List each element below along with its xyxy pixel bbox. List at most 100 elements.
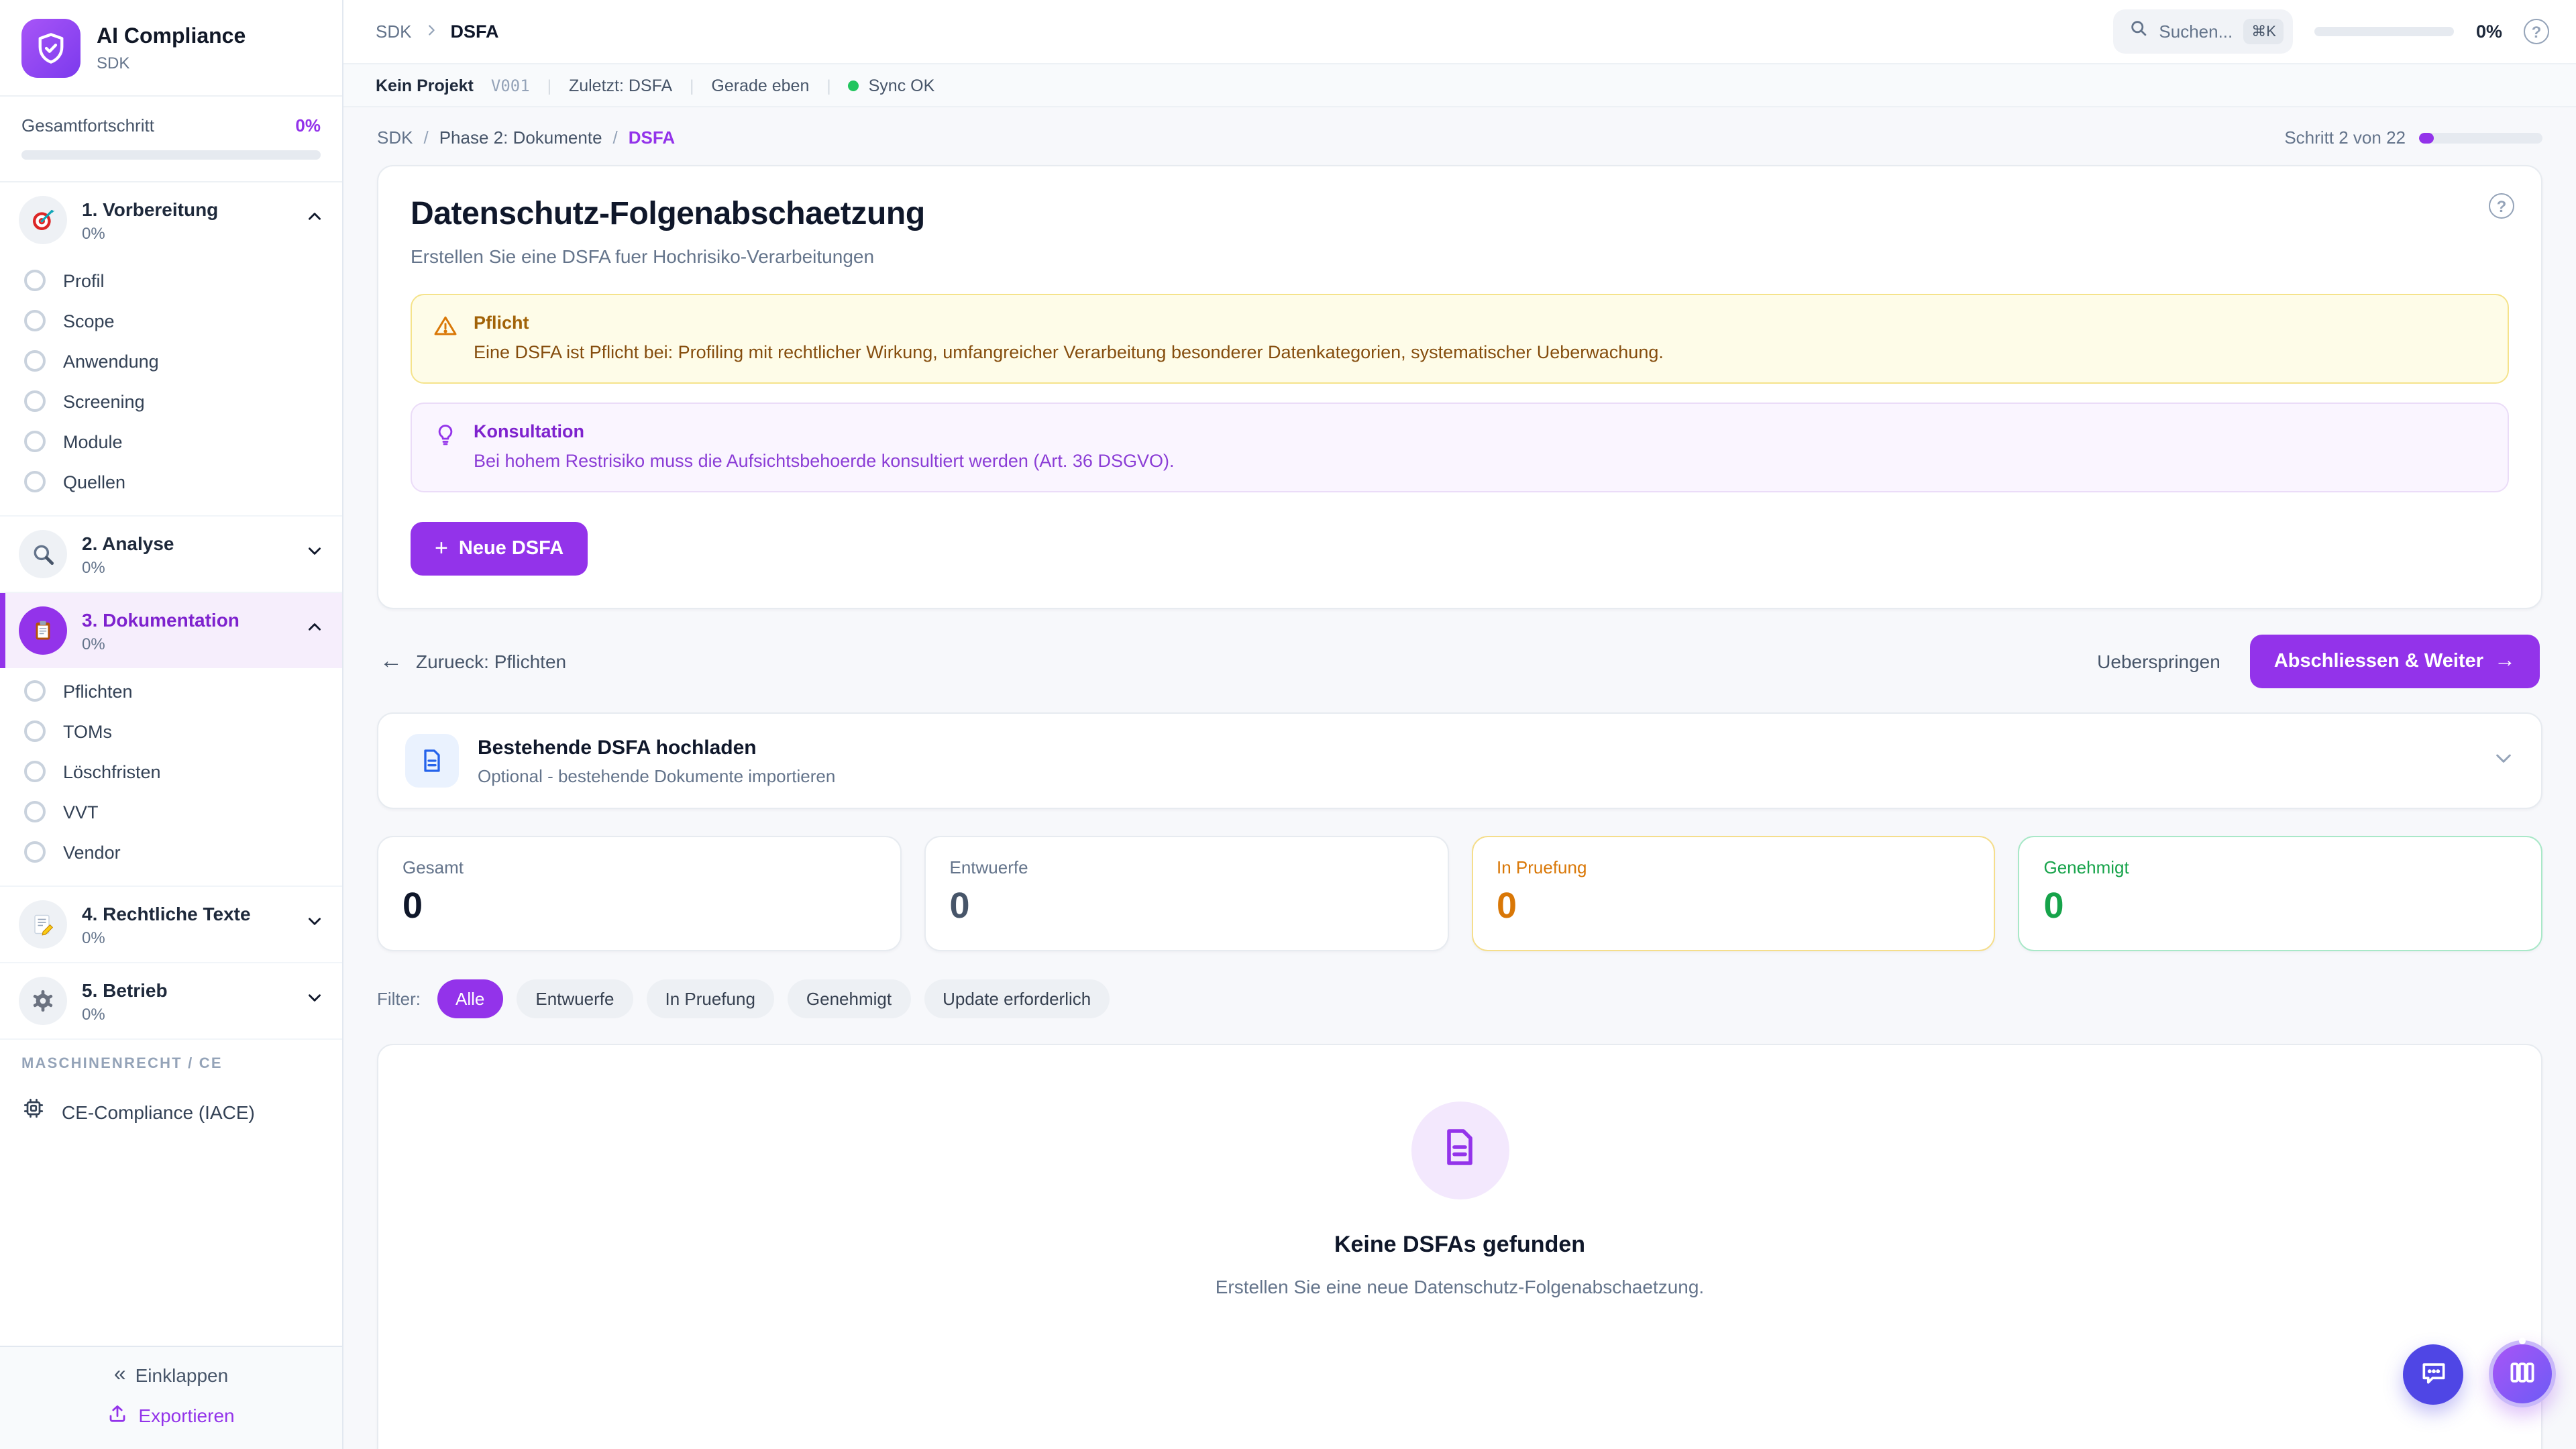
kanban-fab-button[interactable] <box>2489 1340 2556 1407</box>
empty-state-title: Keine DSFAs gefunden <box>1334 1232 1585 1259</box>
help-icon[interactable]: ? <box>2524 19 2549 44</box>
step-radio-icon <box>24 841 46 863</box>
collapse-sidebar-button[interactable]: « Einklappen <box>114 1363 228 1387</box>
main-column: SDK DSFA Suchen... ⌘K 0% ? <box>343 0 2576 1449</box>
memo-icon <box>19 900 67 949</box>
sidebar-item-quellen[interactable]: Quellen <box>0 462 342 502</box>
collapse-chevrons-icon: « <box>114 1363 123 1387</box>
context-divider: | <box>547 76 551 95</box>
export-button[interactable]: Exportieren <box>107 1403 234 1428</box>
document-icon <box>405 735 459 788</box>
section-header-vorbereitung[interactable]: 1. Vorbereitung 0% <box>0 182 342 258</box>
step-radio-icon <box>24 761 46 782</box>
section-percent: 0% <box>82 557 291 576</box>
sidebar-item-toms[interactable]: TOMs <box>0 711 342 751</box>
finish-next-button[interactable]: Abschliessen & Weiter → <box>2250 635 2540 689</box>
overall-progress-block: Gesamtfortschritt 0% <box>0 97 342 182</box>
lightbulb-icon <box>433 423 458 474</box>
step-progress: Schritt 2 von 22 <box>2284 127 2542 148</box>
step-radio-icon <box>24 471 46 492</box>
section-percent: 0% <box>82 634 291 653</box>
project-name: Kein Projekt <box>376 76 474 95</box>
chevron-up-icon <box>306 208 323 232</box>
sidebar-item-screening[interactable]: Screening <box>0 381 342 421</box>
chevron-down-icon[interactable] <box>2493 747 2514 775</box>
empty-state-icon-circle <box>1411 1102 1509 1200</box>
filter-chip-alle[interactable]: Alle <box>437 980 503 1019</box>
machine-law-block: MASCHINENRECHT / CE CE-Compliance (IACE) <box>0 1040 342 1146</box>
filter-chip-genehmigt[interactable]: Genehmigt <box>788 980 910 1019</box>
magnifier-icon <box>19 530 67 578</box>
nav-section-vorbereitung: 1. Vorbereitung 0% Profil Scope Anwendun… <box>0 182 342 517</box>
sidebar-item-loeschfristen[interactable]: Löschfristen <box>0 751 342 792</box>
section-label: 5. Betrieb <box>82 979 168 1000</box>
ce-compliance-label: CE-Compliance (IACE) <box>62 1101 255 1122</box>
skip-button[interactable]: Ueberspringen <box>2097 651 2220 673</box>
filter-chip-entwuerfe[interactable]: Entwuerfe <box>517 980 633 1019</box>
pflicht-title: Pflicht <box>474 313 1664 333</box>
header-right-cluster: Suchen... ⌘K 0% ? <box>2113 9 2549 54</box>
section-header-analyse[interactable]: 2. Analyse 0% <box>0 517 342 592</box>
context-divider: | <box>690 76 694 95</box>
sidebar-item-pflichten[interactable]: Pflichten <box>0 671 342 711</box>
search-input[interactable]: Suchen... ⌘K <box>2113 9 2294 54</box>
gear-icon <box>19 977 67 1025</box>
filter-label: Filter: <box>377 989 421 1010</box>
header-breadcrumb: SDK DSFA <box>376 19 499 44</box>
section-label: 2. Analyse <box>82 532 174 553</box>
arrow-right-icon: → <box>2494 650 2516 674</box>
section-header-rechtliche-texte[interactable]: 4. Rechtliche Texte 0% <box>0 887 342 962</box>
document-icon <box>1438 1126 1481 1176</box>
konsultation-title: Konsultation <box>474 421 1174 441</box>
app-title-block: AI Compliance SDK <box>97 25 246 72</box>
clipboard-icon <box>19 606 67 655</box>
sidebar-item-vvt[interactable]: VVT <box>0 792 342 832</box>
section-percent: 0% <box>82 223 291 242</box>
sidebar-footer: « Einklappen Exportieren <box>0 1346 342 1449</box>
section-header-dokumentation[interactable]: 3. Dokumentation 0% <box>0 593 342 668</box>
stat-card-genehmigt: Genehmigt 0 <box>2019 837 2543 952</box>
page-crumb-root[interactable]: SDK <box>377 127 413 148</box>
chevron-up-icon <box>306 619 323 643</box>
chat-fab-button[interactable] <box>2403 1344 2463 1405</box>
filter-chip-update-erforderlich[interactable]: Update erforderlich <box>924 980 1110 1019</box>
sidebar-item-module[interactable]: Module <box>0 421 342 462</box>
sidebar-nav: 1. Vorbereitung 0% Profil Scope Anwendun… <box>0 182 342 1346</box>
page-breadcrumb-row: SDK / Phase 2: Dokumente / DSFA Schritt … <box>377 107 2542 165</box>
stat-card-gesamt: Gesamt 0 <box>377 837 902 952</box>
section-items-vorbereitung: Profil Scope Anwendung Screening Module … <box>0 258 342 515</box>
sidebar-item-profil[interactable]: Profil <box>0 260 342 301</box>
last-edited-time: Gerade eben <box>711 76 809 95</box>
plus-icon: + <box>435 536 448 563</box>
app-subtitle: SDK <box>97 53 246 72</box>
dsfa-empty-state: Keine DSFAs gefunden Erstellen Sie eine … <box>377 1044 2542 1449</box>
new-dsfa-button[interactable]: + Neue DSFA <box>411 523 588 576</box>
app-root: AI Compliance SDK Gesamtfortschritt 0% <box>0 0 2576 1449</box>
back-button[interactable]: ← Zurueck: Pflichten <box>380 649 566 676</box>
stat-card-entwuerfe: Entwuerfe 0 <box>924 837 1449 952</box>
page-crumb-phase[interactable]: Phase 2: Dokumente <box>439 127 602 148</box>
sidebar-item-vendor[interactable]: Vendor <box>0 832 342 872</box>
target-icon <box>19 196 67 244</box>
dsfa-intro-card: Datenschutz-Folgenabschaetzung Erstellen… <box>377 165 2542 610</box>
nav-section-dokumentation: 3. Dokumentation 0% Pflichten TOMs Lösch… <box>0 593 342 887</box>
sidebar-item-anwendung[interactable]: Anwendung <box>0 341 342 381</box>
card-help-icon[interactable]: ? <box>2489 193 2514 219</box>
filter-row: Filter: Alle Entwuerfe In Pruefung Geneh… <box>377 980 2542 1019</box>
stats-grid: Gesamt 0 Entwuerfe 0 In Pruefung 0 Geneh… <box>377 837 2542 952</box>
breadcrumb-root[interactable]: SDK <box>376 21 411 42</box>
upload-existing-dsfa-panel[interactable]: Bestehende DSFA hochladen Optional - bes… <box>377 713 2542 810</box>
nav-section-rechtliche-texte: 4. Rechtliche Texte 0% <box>0 887 342 963</box>
sidebar-item-ce-compliance[interactable]: CE-Compliance (IACE) <box>21 1088 321 1140</box>
step-radio-icon <box>24 270 46 291</box>
step-radio-icon <box>24 350 46 372</box>
pflicht-text: Eine DSFA ist Pflicht bei: Profiling mit… <box>474 341 1664 365</box>
section-header-betrieb[interactable]: 5. Betrieb 0% <box>0 963 342 1038</box>
search-placeholder: Suchen... <box>2159 21 2233 42</box>
page-content: SDK / Phase 2: Dokumente / DSFA Schritt … <box>343 107 2576 1449</box>
app-logo-block: AI Compliance SDK <box>0 0 342 97</box>
sidebar-item-scope[interactable]: Scope <box>0 301 342 341</box>
filter-chip-in-pruefung[interactable]: In Pruefung <box>646 980 773 1019</box>
page-title: Datenschutz-Folgenabschaetzung <box>411 196 2509 233</box>
overall-progress-value: 0% <box>295 115 321 136</box>
